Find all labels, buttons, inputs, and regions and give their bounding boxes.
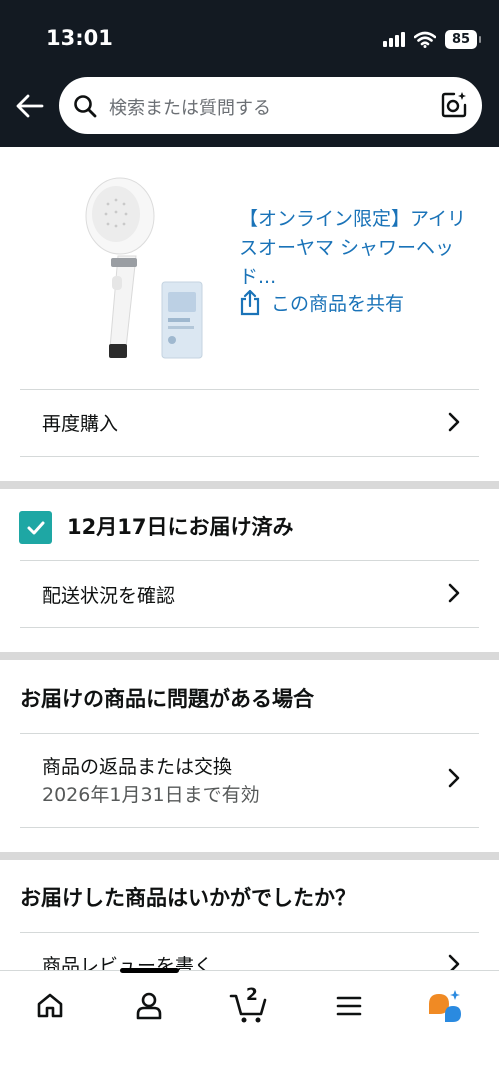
section-separator bbox=[0, 652, 499, 660]
camera-search-icon[interactable] bbox=[440, 91, 468, 119]
search-icon bbox=[74, 95, 97, 118]
nav-home[interactable] bbox=[25, 985, 75, 1027]
header: 13:01 85 検索または質問する bbox=[0, 0, 499, 147]
delivered-check-icon bbox=[19, 511, 52, 544]
scroll-indicator bbox=[120, 968, 179, 973]
home-icon bbox=[37, 993, 63, 1018]
search-input[interactable]: 検索または質問する bbox=[59, 77, 482, 134]
problem-section-heading: お届けの商品に問題がある場合 bbox=[20, 687, 314, 711]
menu-icon bbox=[336, 996, 362, 1016]
bottom-nav: 2 bbox=[0, 968, 499, 1080]
rufus-ai-icon bbox=[429, 990, 461, 1022]
nav-menu[interactable] bbox=[324, 985, 374, 1027]
divider bbox=[20, 456, 479, 457]
section-separator bbox=[0, 481, 499, 489]
return-deadline: 2026年1月31日まで有効 bbox=[42, 784, 260, 806]
delivery-status: 12月17日にお届け済み bbox=[67, 515, 294, 539]
return-or-replace-button[interactable]: 商品の返品または交換 2026年1月31日まで有効 bbox=[0, 734, 499, 827]
status-icons: 85 bbox=[383, 28, 481, 50]
order-details-page: 13:01 85 検索または質問する 【オンライン限定】アイリスオーヤマ シャワ… bbox=[0, 0, 499, 1080]
cart-count-badge: 2 bbox=[246, 985, 258, 1005]
nav-rufus[interactable] bbox=[420, 985, 470, 1027]
return-label: 商品の返品または交換 bbox=[42, 756, 233, 778]
product-title-link[interactable]: 【オンライン限定】アイリスオーヤマ シャワーヘッド... bbox=[239, 205, 471, 292]
share-icon bbox=[240, 289, 260, 316]
track-package-label: 配送状況を確認 bbox=[42, 585, 176, 607]
product-image[interactable] bbox=[78, 176, 208, 368]
divider bbox=[20, 827, 479, 828]
track-package-button[interactable]: 配送状況を確認 bbox=[0, 561, 499, 627]
section-separator bbox=[0, 852, 499, 860]
share-label: この商品を共有 bbox=[271, 293, 405, 315]
chevron-right-icon bbox=[448, 768, 460, 788]
account-icon bbox=[136, 992, 162, 1020]
battery-level: 85 bbox=[451, 31, 471, 47]
status-time: 13:01 bbox=[46, 26, 113, 50]
rebuy-label: 再度購入 bbox=[42, 413, 119, 435]
signal-icon bbox=[383, 31, 405, 47]
back-arrow-icon bbox=[16, 94, 44, 118]
rebuy-button[interactable]: 再度購入 bbox=[0, 390, 499, 456]
write-review-button[interactable]: 商品レビューを書く bbox=[0, 933, 499, 977]
nav-cart[interactable]: 2 bbox=[224, 985, 274, 1027]
share-product-button[interactable]: この商品を共有 bbox=[239, 289, 404, 316]
back-button[interactable] bbox=[14, 89, 46, 123]
wifi-icon bbox=[414, 31, 436, 48]
divider bbox=[20, 627, 479, 628]
review-section-heading: お届けした商品はいかがでしたか？ bbox=[20, 886, 356, 910]
nav-account[interactable] bbox=[124, 985, 174, 1027]
search-placeholder: 検索または質問する bbox=[109, 98, 271, 119]
chevron-right-icon bbox=[448, 583, 460, 603]
chevron-right-icon bbox=[448, 412, 460, 432]
battery-indicator: 85 bbox=[445, 29, 481, 49]
